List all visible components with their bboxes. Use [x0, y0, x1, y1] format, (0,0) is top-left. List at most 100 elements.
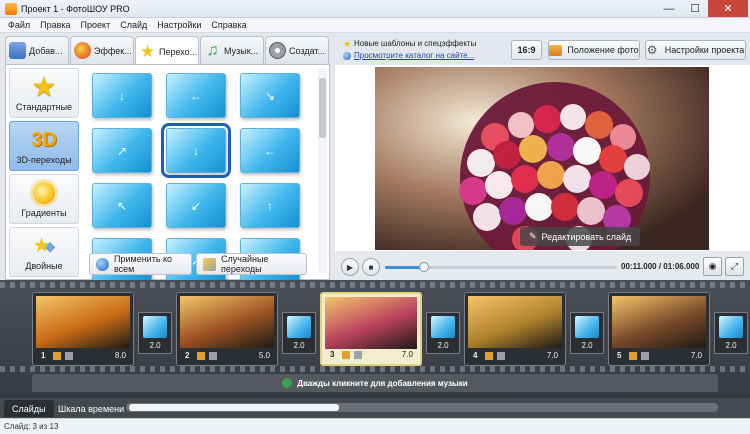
transition-thumbnail[interactable]: ← — [166, 73, 226, 118]
slide-number: 2 — [185, 351, 190, 360]
double-star-icon: ★ ◆ — [32, 235, 56, 257]
slide-duration: 8.0 — [114, 351, 126, 360]
sound-icon[interactable] — [65, 351, 73, 360]
music-track-strip[interactable]: Дважды кликните для добавления музыки — [32, 374, 718, 392]
slide-thumbnail[interactable]: 4 7.0 — [464, 292, 566, 366]
edit-slide-button[interactable]: ✎ Редактировать слайд — [520, 227, 641, 246]
edit-icon[interactable] — [53, 351, 61, 360]
menu-help[interactable]: Справка — [211, 20, 246, 30]
edit-icon[interactable] — [485, 351, 493, 360]
slide-thumbnail[interactable]: 1 8.0 — [32, 292, 134, 366]
photo-position-button[interactable]: Положение фото — [548, 40, 640, 60]
scrollbar-thumb[interactable] — [319, 78, 326, 138]
menu-file[interactable]: Файл — [8, 20, 30, 30]
news-text: Новые шаблоны и спецэффекты — [354, 39, 477, 48]
seek-knob[interactable] — [419, 262, 430, 272]
transition-thumbnail[interactable]: ↓ — [161, 123, 231, 178]
category-label: Градиенты — [21, 208, 67, 218]
transition-thumbnail[interactable]: ↑ — [240, 183, 300, 228]
storyboard-scrollbar[interactable] — [126, 403, 718, 412]
slide-image — [36, 296, 130, 348]
transition-duration: 2.0 — [725, 341, 737, 350]
category-double[interactable]: ★ ◆ Двойные — [9, 227, 79, 277]
star-icon: ★ — [343, 38, 352, 49]
storyboard-scrollbar-thumb[interactable] — [129, 404, 339, 411]
3d-icon: 3D — [31, 128, 57, 151]
transition-slot[interactable]: 2.0 — [138, 312, 172, 354]
transition-thumbnail[interactable]: ↘ — [240, 73, 300, 118]
tab-music[interactable]: ♫ Музык... — [200, 36, 264, 64]
slide-info-bar: 3 7.0 — [325, 348, 417, 361]
globe-icon — [343, 51, 351, 60]
slide-thumbnail[interactable]: 5 7.0 — [608, 292, 710, 366]
view-tabs: Слайды Шкала времени — [0, 398, 750, 418]
tab-slides[interactable]: Слайды — [4, 400, 54, 417]
maximize-button[interactable]: ☐ — [682, 0, 708, 17]
transition-scrollbar[interactable] — [318, 68, 327, 273]
fullscreen-button[interactable]: ⤢ — [725, 257, 744, 276]
tab-add[interactable]: Добав... — [5, 36, 69, 64]
transition-thumbnail[interactable]: ↖ — [92, 183, 152, 228]
film-perforation-top — [0, 282, 750, 288]
edit-icon[interactable] — [629, 351, 637, 360]
transition-grid: ↓←↘↗↓←↖↙↑↖↗← — [92, 73, 318, 283]
snapshot-button[interactable]: ◉ — [703, 257, 722, 276]
tab-transitions[interactable]: ★ Перехо... — [135, 36, 199, 66]
window-title: Проект 1 - ФотоШОУ PRO — [21, 3, 130, 14]
menu-slide[interactable]: Слайд — [120, 20, 147, 30]
apply-to-all-button[interactable]: Применить ко всем — [89, 253, 192, 275]
app-icon — [5, 2, 17, 15]
category-label: Стандартные — [15, 102, 73, 112]
category-3d[interactable]: 3D 3D-переходы — [9, 121, 79, 171]
stop-button[interactable]: ■ — [362, 258, 380, 276]
category-gradients[interactable]: Градиенты — [9, 174, 79, 224]
close-button[interactable]: ✕ — [708, 0, 748, 17]
tab-effects[interactable]: Эффек... — [70, 36, 134, 64]
slide-image — [180, 296, 274, 348]
transition-duration: 2.0 — [149, 341, 161, 350]
sound-icon[interactable] — [209, 351, 217, 360]
pencil-icon: ✎ — [529, 231, 537, 241]
menu-project[interactable]: Проект — [81, 20, 111, 30]
category-standard[interactable]: ★ Стандартные — [9, 68, 79, 118]
transition-preview — [431, 316, 455, 338]
transition-thumbnail[interactable]: ↓ — [92, 73, 152, 118]
minimize-button[interactable]: — — [656, 0, 682, 17]
sound-icon[interactable] — [354, 350, 362, 359]
add-icon — [9, 42, 26, 59]
play-button[interactable]: ▶ — [341, 258, 359, 276]
transition-thumbnail[interactable]: ← — [240, 128, 300, 173]
slide-info-bar: 5 7.0 — [612, 349, 706, 362]
roses-bouquet-image — [375, 67, 709, 250]
transition-thumbnail[interactable]: ↙ — [166, 183, 226, 228]
news-line: ★ Новые шаблоны и спецэффекты — [343, 39, 476, 48]
palette-icon — [74, 42, 91, 59]
menu-settings[interactable]: Настройки — [157, 20, 201, 30]
tab-timeline[interactable]: Шкала времени — [50, 400, 132, 417]
transition-slot[interactable]: 2.0 — [282, 312, 316, 354]
preview-frame: ✎ Редактировать слайд — [335, 65, 750, 251]
transition-slot[interactable]: 2.0 — [426, 312, 460, 354]
slide-thumbnail[interactable]: 3 7.0 — [320, 292, 422, 366]
edit-icon[interactable] — [197, 351, 205, 360]
transition-thumbnail[interactable]: ↗ — [92, 128, 152, 173]
transition-preview — [575, 316, 599, 338]
project-settings-button[interactable]: ⚙ Настройки проекта — [645, 40, 746, 60]
aspect-ratio-button[interactable]: 16:9 — [511, 40, 542, 60]
catalog-link[interactable]: Просмотрите каталог на сайте... — [354, 51, 474, 60]
category-label: Двойные — [25, 261, 63, 271]
seek-slider[interactable] — [385, 262, 617, 272]
sound-icon[interactable] — [497, 351, 505, 360]
slide-info-bar: 2 5.0 — [180, 349, 274, 362]
film-reel-icon — [269, 42, 286, 59]
status-bar: Слайд: 3 из 13 — [0, 418, 750, 434]
menu-edit[interactable]: Правка — [40, 20, 70, 30]
transition-slot[interactable]: 2.0 — [714, 312, 748, 354]
edit-icon[interactable] — [342, 350, 350, 359]
transition-slot[interactable]: 2.0 — [570, 312, 604, 354]
sound-icon[interactable] — [641, 351, 649, 360]
tab-create[interactable]: Создат... — [265, 36, 329, 64]
news-link-line: Просмотрите каталог на сайте... — [343, 51, 474, 60]
slide-thumbnail[interactable]: 2 5.0 — [176, 292, 278, 366]
random-transitions-button[interactable]: Случайные переходы — [196, 253, 307, 275]
